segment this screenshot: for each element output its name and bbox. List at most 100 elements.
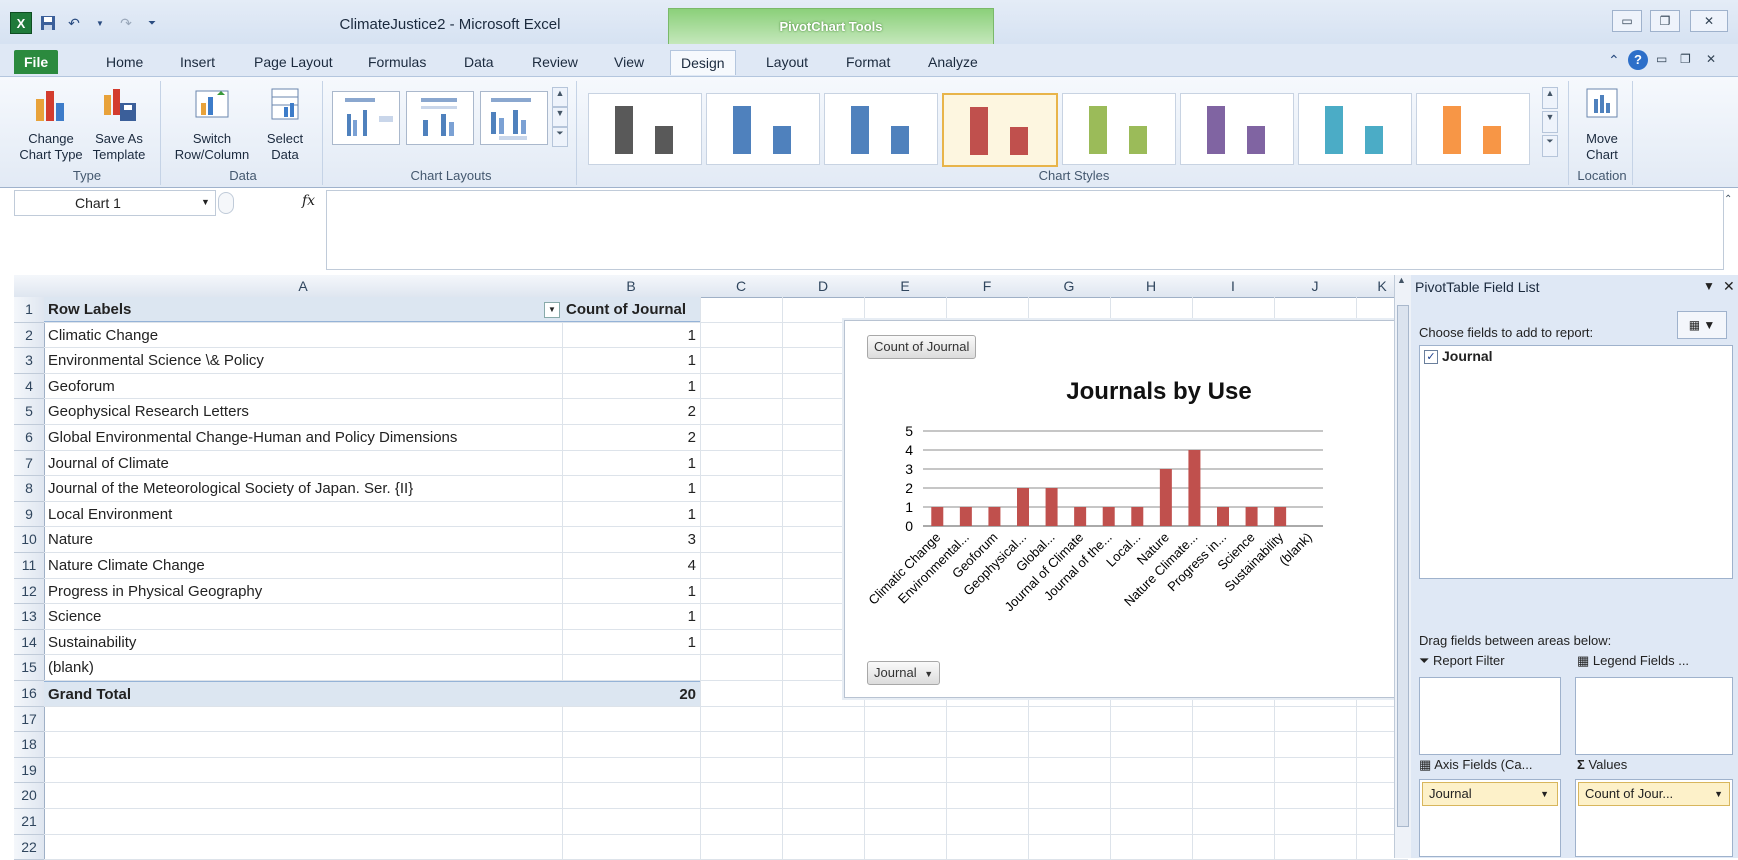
sheet-vertical-scrollbar[interactable]: ▲	[1394, 275, 1411, 858]
col-header-a[interactable]: A	[44, 275, 563, 298]
field-layout-button[interactable]: ▦ ▼	[1677, 311, 1727, 339]
col-header-f[interactable]: F	[946, 275, 1029, 298]
styles-more[interactable]: ⏷	[1542, 135, 1558, 157]
row-header[interactable]: 21	[14, 809, 45, 835]
tab-design[interactable]: Design	[670, 50, 736, 75]
pivot-row-value[interactable]: 1	[562, 451, 700, 476]
col-header-c[interactable]: C	[700, 275, 783, 298]
pivot-header-count[interactable]: Count of Journal	[562, 297, 700, 322]
tab-home[interactable]: Home	[96, 50, 153, 74]
col-header-j[interactable]: J	[1274, 275, 1357, 298]
col-header-i[interactable]: I	[1192, 275, 1275, 298]
axis-field-button[interactable]: Journal ▼	[867, 661, 941, 685]
scroll-up-icon[interactable]: ▲	[1397, 275, 1406, 285]
journal-field-checkbox[interactable]: ✓	[1424, 350, 1438, 364]
row-header[interactable]: 1	[14, 297, 45, 323]
row-header[interactable]: 13	[14, 604, 45, 630]
pivot-row-label[interactable]: Geophysical Research Letters	[44, 399, 562, 424]
chart-bar[interactable]	[1274, 507, 1287, 526]
row-header[interactable]: 7	[14, 450, 45, 477]
row-header[interactable]: 4	[14, 373, 45, 400]
formula-input[interactable]	[326, 190, 1724, 270]
chart-bar[interactable]	[959, 507, 972, 526]
save-as-template-button[interactable]: Save As Template	[86, 85, 152, 163]
pivot-row-value[interactable]: 2	[562, 399, 700, 424]
chart-bar[interactable]	[1074, 507, 1087, 526]
chart-style-4-selected[interactable]	[942, 93, 1058, 167]
pivot-row-value[interactable]: 1	[562, 579, 700, 604]
tab-view[interactable]: View	[604, 50, 654, 74]
workbook-minimize-icon[interactable]: ▭	[1656, 52, 1667, 66]
save-icon[interactable]	[38, 13, 58, 33]
row-header[interactable]: 8	[14, 476, 45, 502]
values-count-item[interactable]: Count of Jour... ▼	[1578, 782, 1730, 806]
pivot-header-row-labels[interactable]: Row Labels	[44, 297, 562, 322]
pivot-row-value[interactable]: 1	[562, 348, 700, 373]
row-header[interactable]: 9	[14, 501, 45, 528]
chart-layout-2[interactable]	[406, 91, 474, 145]
axis-journal-item[interactable]: Journal ▼	[1422, 782, 1558, 806]
insert-function-icon[interactable]: fx	[302, 193, 315, 209]
row-header[interactable]: 17	[14, 706, 45, 733]
formula-bar-expand-icon[interactable]: ⌃	[1724, 194, 1732, 205]
customize-qat-icon[interactable]: ⏷	[142, 13, 162, 33]
row-header[interactable]: 15	[14, 655, 45, 681]
pivot-row-label[interactable]: Sustainability	[44, 630, 562, 655]
chart-bar[interactable]	[931, 507, 944, 526]
pivot-chart[interactable]: Count of Journal Journals by Use 012345C…	[844, 320, 1410, 698]
chart-style-5[interactable]	[1062, 93, 1176, 165]
pivot-row-label[interactable]: Global Environmental Change-Human and Po…	[44, 425, 562, 450]
layouts-scroll-down[interactable]: ▼	[552, 107, 568, 127]
chart-bar[interactable]	[1245, 507, 1258, 526]
values-area[interactable]: Count of Jour... ▼	[1575, 779, 1733, 857]
pivot-row-value[interactable]: 1	[562, 604, 700, 629]
switch-row-column-button[interactable]: Switch Row/Column	[170, 85, 254, 163]
row-header[interactable]: 16	[14, 681, 45, 707]
undo-icon[interactable]: ↶	[64, 13, 84, 33]
excel-app-icon[interactable]: X	[10, 12, 32, 34]
col-header-e[interactable]: E	[864, 275, 947, 298]
tab-page-layout[interactable]: Page Layout	[244, 50, 343, 74]
pivot-row-label[interactable]: Progress in Physical Geography	[44, 579, 562, 604]
redo-icon[interactable]: ↷	[116, 13, 136, 33]
col-header-h[interactable]: H	[1110, 275, 1193, 298]
formula-bar-resize-handle[interactable]	[218, 192, 234, 214]
name-box-dropdown-icon[interactable]: ▼	[201, 197, 210, 207]
chart-bar[interactable]	[1188, 450, 1201, 526]
col-header-g[interactable]: G	[1028, 275, 1111, 298]
scroll-thumb[interactable]	[1397, 305, 1409, 827]
chart-bar[interactable]	[988, 507, 1001, 526]
minimize-button[interactable]: ▭	[1612, 10, 1642, 32]
row-header[interactable]: 3	[14, 348, 45, 374]
chart-style-7[interactable]	[1298, 93, 1412, 165]
chart-bar[interactable]	[1217, 507, 1229, 526]
layouts-more[interactable]: ⏷	[552, 127, 568, 147]
pivot-row-value[interactable]: 1	[562, 476, 700, 501]
tab-file[interactable]: File	[14, 50, 59, 74]
pivot-row-label[interactable]: (blank)	[44, 655, 562, 680]
pivot-row-value[interactable]: 1	[562, 323, 700, 348]
chart-bar[interactable]	[1159, 469, 1172, 526]
pivot-row-value[interactable]: 1	[562, 502, 700, 527]
chart-style-3[interactable]	[824, 93, 938, 165]
tab-format[interactable]: Format	[836, 50, 900, 74]
pivot-row-label[interactable]: Climatic Change	[44, 323, 562, 348]
row-header[interactable]: 20	[14, 783, 45, 809]
styles-scroll-down[interactable]: ▼	[1542, 111, 1558, 133]
pivot-row-label[interactable]: Journal of Climate	[44, 451, 562, 476]
select-data-button[interactable]: Select Data	[256, 85, 314, 163]
workbook-close-icon[interactable]: ✕	[1706, 52, 1716, 66]
tab-analyze[interactable]: Analyze	[918, 50, 988, 74]
restore-button[interactable]: ❐	[1650, 10, 1680, 32]
row-header[interactable]: 5	[14, 399, 45, 425]
row-header[interactable]: 2	[14, 322, 45, 349]
pivot-grand-total-value[interactable]: 20	[562, 681, 700, 706]
field-list-menu-icon[interactable]: ▼	[1703, 279, 1715, 293]
pivot-row-label[interactable]: Local Environment	[44, 502, 562, 527]
pivot-row-value[interactable]	[562, 655, 700, 680]
layouts-scroll-up[interactable]: ▲	[552, 87, 568, 107]
chart-bar[interactable]	[1131, 507, 1144, 526]
pivot-row-value[interactable]: 1	[562, 374, 700, 399]
pivot-row-label[interactable]: Nature	[44, 527, 562, 552]
chart-layout-1[interactable]	[332, 91, 400, 145]
